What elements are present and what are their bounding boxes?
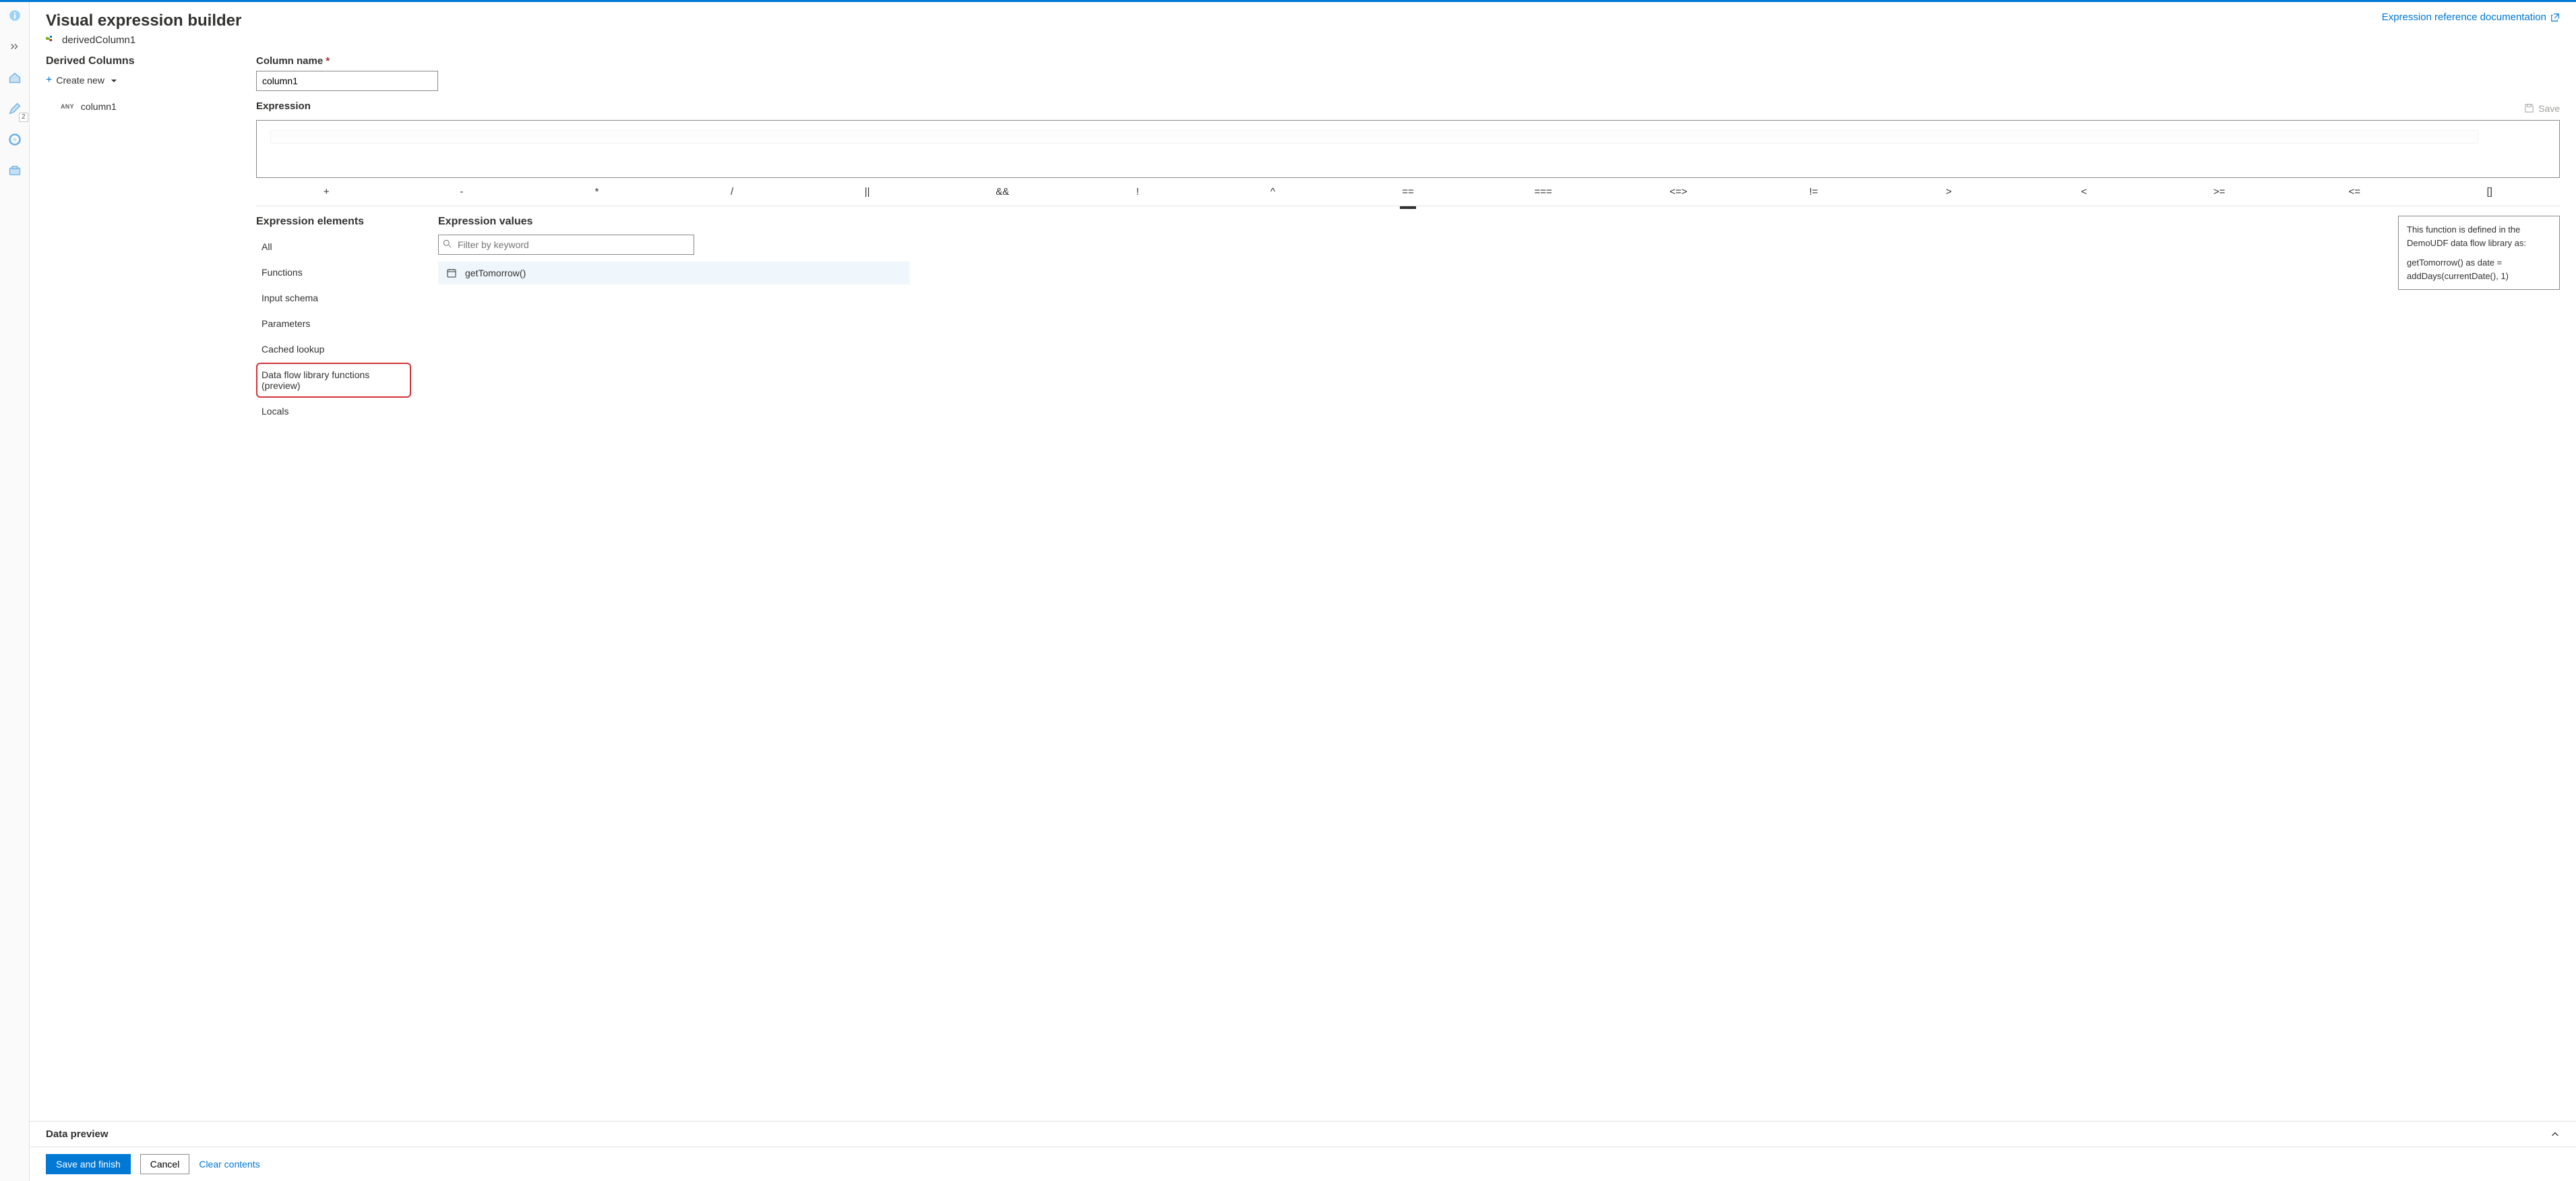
op-multiply[interactable]: * <box>529 182 665 202</box>
op-minus[interactable]: - <box>394 182 530 202</box>
monitor-icon[interactable] <box>4 129 26 150</box>
op-and[interactable]: && <box>935 182 1070 202</box>
save-icon <box>2524 103 2534 113</box>
expression-element-item[interactable]: All <box>256 235 411 259</box>
doc-link[interactable]: Expression reference documentation <box>2382 11 2560 23</box>
op-lte[interactable]: <= <box>2287 182 2422 202</box>
info-icon[interactable] <box>4 5 26 26</box>
expression-elements-heading: Expression elements <box>256 216 411 228</box>
save-and-finish-button[interactable]: Save and finish <box>46 1154 131 1174</box>
search-icon <box>443 239 452 249</box>
expression-element-item[interactable]: Input schema <box>256 286 411 310</box>
op-xor[interactable]: ^ <box>1205 182 1341 202</box>
author-badge: 2 <box>19 113 28 122</box>
function-tooltip: This function is defined in the DemoUDF … <box>2398 216 2560 290</box>
data-preview-heading[interactable]: Data preview <box>46 1128 109 1140</box>
filter-input[interactable] <box>438 235 694 255</box>
left-rail: 2 <box>0 2 30 1181</box>
resize-handle[interactable] <box>256 206 2560 213</box>
op-divide[interactable]: / <box>665 182 800 202</box>
expression-values-heading: Expression values <box>438 216 2560 228</box>
home-icon[interactable] <box>4 67 26 88</box>
manage-icon[interactable] <box>4 160 26 181</box>
page-title: Visual expression builder <box>46 11 241 30</box>
expression-editor[interactable] <box>256 120 2560 178</box>
op-neq[interactable]: != <box>1746 182 1882 202</box>
column-name-label: Column name <box>256 55 2560 67</box>
type-badge: ANY <box>61 103 74 110</box>
op-gte[interactable]: >= <box>2151 182 2287 202</box>
op-spaceship[interactable]: <=> <box>1611 182 1746 202</box>
create-new-button[interactable]: + Create new <box>46 74 235 86</box>
expand-rail-button[interactable] <box>4 36 26 57</box>
clear-contents-link[interactable]: Clear contents <box>199 1159 259 1170</box>
expression-element-item[interactable]: Parameters <box>256 311 411 336</box>
expression-element-item[interactable]: Locals <box>256 399 411 423</box>
expression-element-item[interactable]: Data flow library functions (preview) <box>256 363 411 398</box>
calendar-icon <box>446 268 457 278</box>
dataflow-node-icon <box>46 36 57 45</box>
op-lt[interactable]: < <box>2017 182 2152 202</box>
function-result-label: getTomorrow() <box>465 268 526 278</box>
derived-columns-heading: Derived Columns <box>46 55 235 67</box>
expression-label: Expression <box>256 100 311 112</box>
function-result-row[interactable]: getTomorrow() <box>438 262 910 284</box>
expression-element-item[interactable]: Cached lookup <box>256 337 411 361</box>
chevron-down-icon <box>109 75 117 86</box>
op-index[interactable]: [] <box>2422 182 2558 202</box>
op-or[interactable]: || <box>799 182 935 202</box>
column-list-item[interactable]: ANY column1 <box>46 98 235 115</box>
save-expression-button[interactable]: Save <box>2524 103 2560 114</box>
op-eq[interactable]: == <box>1341 182 1476 202</box>
author-icon[interactable]: 2 <box>4 98 26 119</box>
expression-line[interactable] <box>270 130 2478 144</box>
operator-toolbar: + - * / || && ! ^ == === <=> != > < >= <… <box>256 178 2560 206</box>
chevron-up-icon[interactable] <box>2550 1130 2560 1139</box>
expression-element-item[interactable]: Functions <box>256 260 411 284</box>
op-gt[interactable]: > <box>1881 182 2017 202</box>
op-plus[interactable]: + <box>259 182 394 202</box>
column-name-input[interactable] <box>256 71 438 91</box>
plus-icon: + <box>46 74 52 86</box>
op-not[interactable]: ! <box>1070 182 1206 202</box>
cancel-button[interactable]: Cancel <box>140 1154 190 1174</box>
column-name: column1 <box>81 101 117 112</box>
node-name: derivedColumn1 <box>62 34 135 46</box>
op-eq-strict[interactable]: === <box>1475 182 1611 202</box>
external-link-icon <box>2550 13 2560 22</box>
